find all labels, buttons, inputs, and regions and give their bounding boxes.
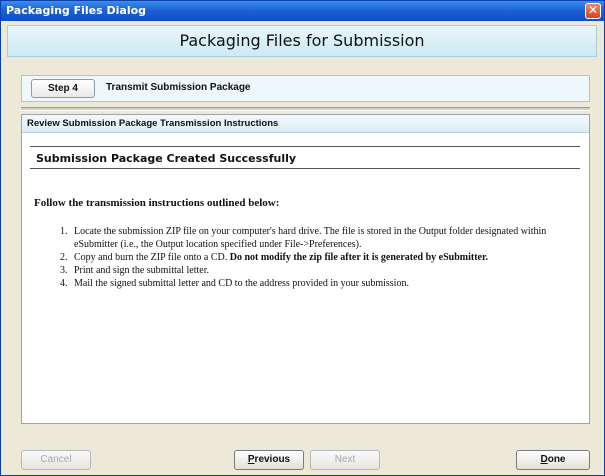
divider bbox=[21, 107, 590, 111]
list-item-number: 3. bbox=[60, 265, 68, 276]
step-panel: Step 4 Transmit Submission Package bbox=[21, 75, 590, 102]
step-title: Transmit Submission Package bbox=[106, 82, 251, 93]
instructions-panel: Review Submission Package Transmission I… bbox=[21, 114, 590, 424]
list-item-text: Mail the signed submittal letter and CD … bbox=[74, 278, 409, 289]
window-title: Packaging Files Dialog bbox=[6, 4, 147, 17]
previous-mnemonic: P bbox=[247, 454, 255, 465]
list-item: 2. Copy and burn the ZIP file onto a CD.… bbox=[60, 251, 580, 264]
list-item: 4. Mail the signed submittal letter and … bbox=[60, 277, 580, 290]
panel-header: Review Submission Package Transmission I… bbox=[22, 115, 589, 133]
cancel-button[interactable]: Cancel bbox=[21, 450, 91, 470]
success-message: Submission Package Created Successfully bbox=[36, 152, 297, 165]
step-badge: Step 4 bbox=[31, 79, 95, 98]
instruction-list: 1. Locate the submission ZIP file on you… bbox=[60, 225, 580, 290]
previous-button[interactable]: Previous bbox=[234, 450, 304, 470]
done-mnemonic: D bbox=[540, 454, 548, 465]
instructions-intro: Follow the transmission instructions out… bbox=[34, 197, 280, 209]
next-button[interactable]: Next bbox=[310, 450, 380, 470]
list-item-number: 2. bbox=[60, 252, 68, 263]
title-bar: Packaging Files Dialog ✕ bbox=[1, 1, 604, 21]
list-item-text: Copy and burn the ZIP file onto a CD. bbox=[74, 252, 228, 263]
list-item-number: 4. bbox=[60, 278, 68, 289]
list-item-text: Locate the submission ZIP file on your c… bbox=[74, 226, 547, 250]
divider bbox=[30, 146, 580, 147]
done-label: one bbox=[547, 454, 566, 465]
close-icon[interactable]: ✕ bbox=[585, 3, 601, 19]
list-item: 1. Locate the submission ZIP file on you… bbox=[60, 225, 580, 251]
divider bbox=[30, 168, 580, 169]
done-button[interactable]: Done bbox=[516, 450, 590, 470]
list-item: 3. Print and sign the submittal letter. bbox=[60, 264, 580, 277]
packaging-files-dialog: Packaging Files Dialog ✕ Packaging Files… bbox=[0, 0, 605, 476]
list-item-warning: Do not modify the zip file after it is g… bbox=[229, 252, 489, 263]
previous-label: revious bbox=[254, 454, 291, 465]
dialog-banner: Packaging Files for Submission bbox=[7, 25, 597, 57]
list-item-number: 1. bbox=[60, 226, 68, 237]
list-item-text: Print and sign the submittal letter. bbox=[74, 265, 209, 276]
